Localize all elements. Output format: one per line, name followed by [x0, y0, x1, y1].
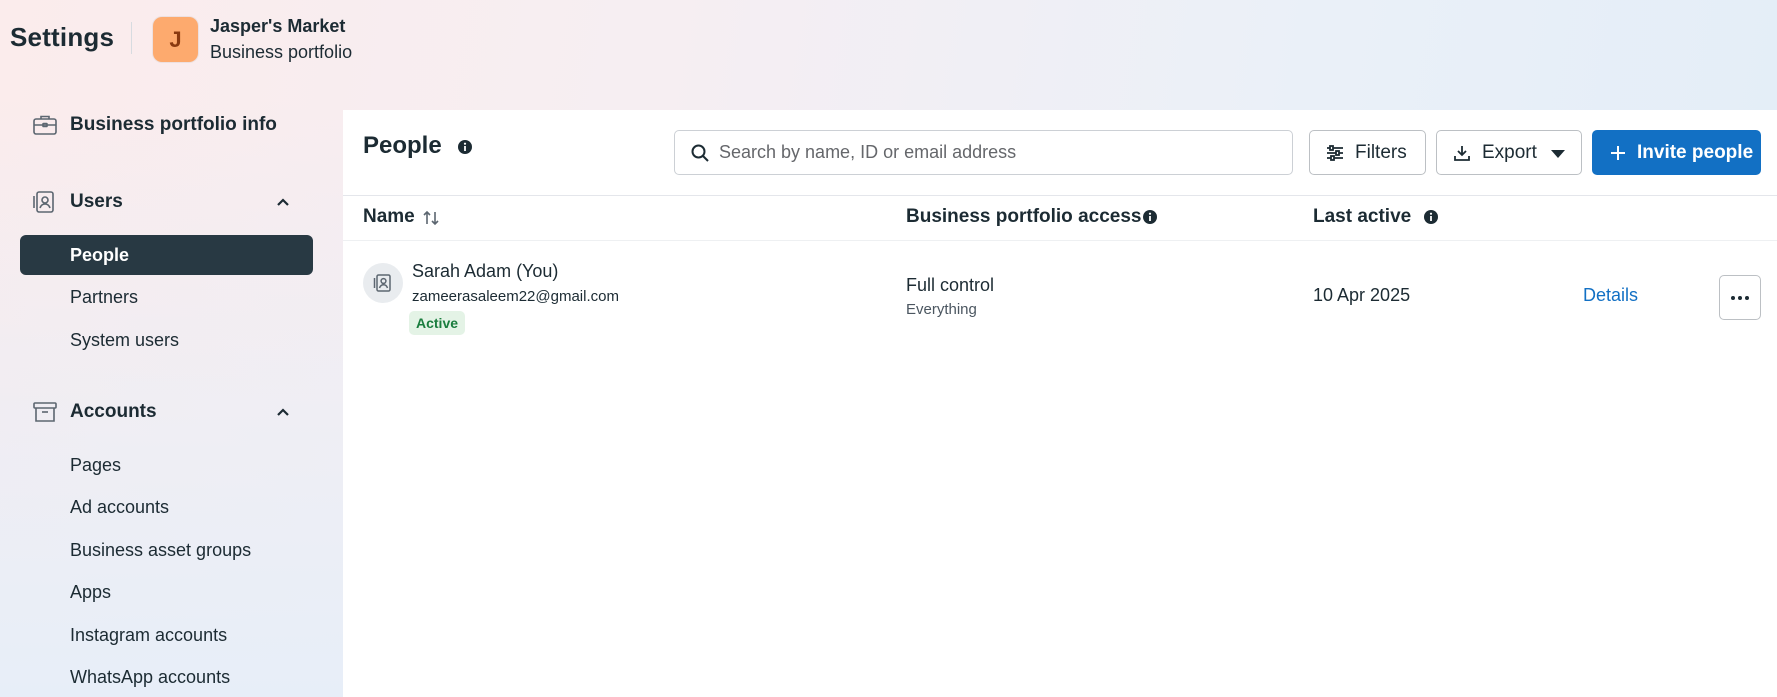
user-name: Sarah Adam (You) [412, 261, 559, 281]
id-badge-icon [33, 191, 54, 213]
sidebar-item-business-portfolio-info[interactable]: Business portfolio info [20, 105, 313, 145]
page-heading: Settings [10, 22, 115, 52]
filters-button[interactable]: Filters [1309, 130, 1426, 175]
page-title: People [363, 132, 442, 159]
sidebar-item-instagram-accounts[interactable]: Instagram accounts [20, 615, 313, 655]
avatar [363, 263, 403, 303]
id-badge-icon [373, 274, 391, 292]
sidebar-item-partners[interactable]: Partners [20, 277, 313, 317]
sidebar-item-pages[interactable]: Pages [20, 445, 313, 485]
details-link[interactable]: Details [1583, 285, 1638, 306]
plus-icon [1611, 146, 1625, 160]
column-header-access: Business portfolio access [906, 206, 1142, 227]
top-header: Settings J Jasper's Market Business port… [0, 0, 1777, 80]
export-label: Export [1482, 141, 1537, 163]
invite-people-button[interactable]: Invite people [1592, 130, 1761, 175]
sidebar-section-label: Business portfolio info [70, 114, 277, 135]
info-icon[interactable] [1423, 209, 1439, 225]
access-detail: Everything [906, 301, 977, 318]
header-divider [131, 22, 132, 54]
table-header: Name Business portfolio access Last acti… [343, 195, 1777, 241]
dot [1731, 295, 1735, 300]
column-header-last-active: Last active [1313, 206, 1412, 227]
search-input[interactable] [719, 131, 1279, 174]
business-name[interactable]: Jasper's Market [210, 16, 345, 37]
dot [1738, 295, 1742, 300]
table-row[interactable]: Sarah Adam (You) zameerasaleem22@gmail.c… [343, 241, 1777, 361]
access-level: Full control [906, 275, 995, 295]
main-panel: People Filters Export [343, 110, 1777, 697]
sidebar-item-system-users[interactable]: System users [20, 320, 313, 360]
caret-down-icon [1551, 150, 1565, 158]
info-icon[interactable] [457, 139, 473, 155]
last-active-date: 10 Apr 2025 [1313, 285, 1411, 305]
sidebar-item-whatsapp-accounts[interactable]: WhatsApp accounts [20, 657, 313, 697]
sort-icon[interactable] [422, 209, 440, 227]
sidebar-item-people[interactable]: People [20, 235, 313, 275]
search-field[interactable] [674, 130, 1293, 175]
sidebar-section-accounts[interactable]: Accounts [20, 392, 313, 432]
column-header-name[interactable]: Name [363, 206, 415, 228]
sidebar-section-label: Accounts [70, 401, 157, 422]
sidebar-section-label: Users [70, 191, 123, 212]
business-avatar[interactable]: J [153, 17, 198, 62]
sidebar-section-users[interactable]: Users [20, 182, 313, 222]
more-options-button[interactable] [1719, 275, 1761, 320]
search-icon [691, 144, 709, 162]
status-badge: Active [409, 311, 466, 335]
sidebar-item-apps[interactable]: Apps [20, 572, 313, 612]
chevron-up-icon[interactable] [275, 404, 291, 420]
filters-label: Filters [1355, 141, 1407, 163]
sliders-icon [1327, 145, 1343, 161]
info-icon[interactable] [1142, 209, 1158, 225]
business-subtitle: Business portfolio [210, 42, 353, 62]
invite-people-label: Invite people [1637, 141, 1754, 163]
sidebar: Business portfolio info Users People Par… [0, 100, 343, 697]
sidebar-item-business-asset-groups[interactable]: Business asset groups [20, 530, 313, 570]
user-email: zameerasaleem22@gmail.com [412, 288, 619, 305]
archive-box-icon [33, 402, 57, 422]
sidebar-item-ad-accounts[interactable]: Ad accounts [20, 487, 313, 527]
dot [1745, 295, 1749, 300]
briefcase-icon [33, 115, 57, 135]
export-button[interactable]: Export [1436, 130, 1582, 175]
chevron-up-icon[interactable] [275, 194, 291, 210]
download-icon [1454, 146, 1470, 161]
